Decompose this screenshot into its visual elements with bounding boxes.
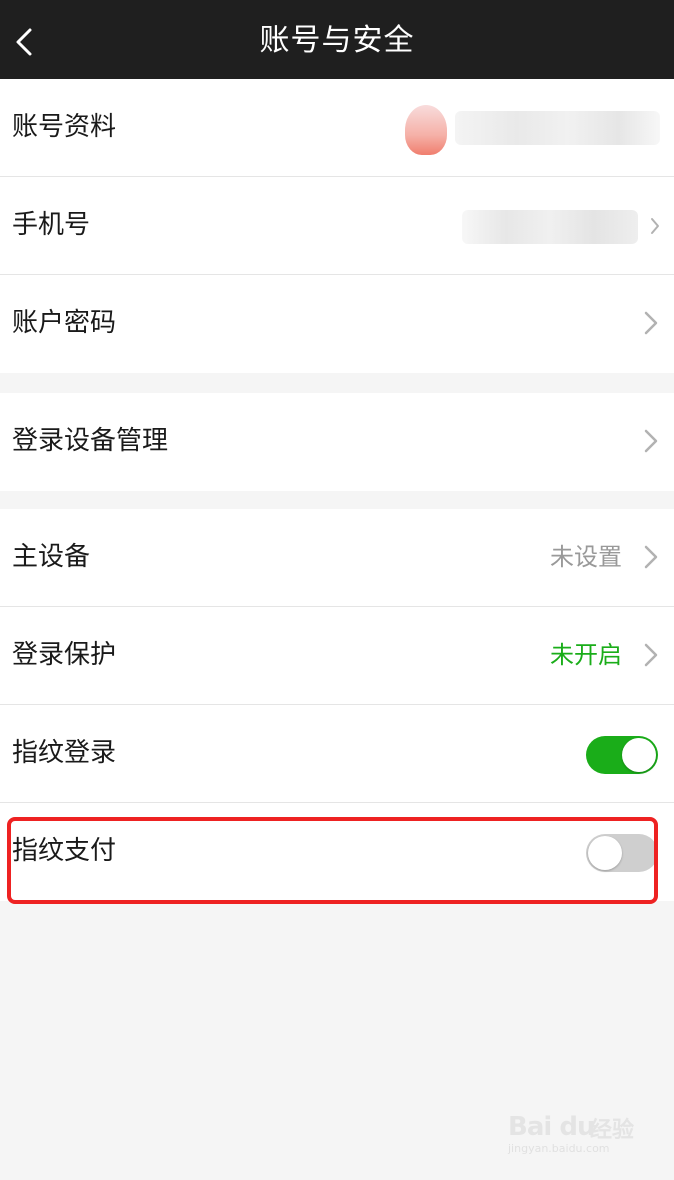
account-group: 账号资料 手机号 账户密码	[0, 79, 674, 373]
toggle-knob	[622, 738, 656, 772]
toggle-knob	[588, 836, 622, 870]
chevron-right-icon	[644, 545, 658, 569]
fingerprint-pay-label: 指纹支付	[12, 836, 117, 866]
fingerprint-login-row: 指纹登录	[0, 705, 674, 803]
account-profile-label: 账号资料	[12, 112, 117, 142]
account-password-row[interactable]: 账户密码	[0, 275, 674, 373]
watermark-logo: Bai du	[508, 1112, 595, 1142]
login-device-management-label: 登录设备管理	[12, 426, 169, 456]
watermark-url: jingyan.baidu.com	[508, 1142, 610, 1155]
account-password-label: 账户密码	[12, 308, 117, 338]
account-profile-row[interactable]: 账号资料	[0, 79, 674, 177]
login-protection-label: 登录保护	[12, 640, 117, 670]
fingerprint-login-label: 指纹登录	[12, 738, 117, 768]
account-name-redacted	[455, 111, 660, 145]
fingerprint-login-toggle[interactable]	[586, 736, 658, 774]
watermark-brand: 经验	[590, 1118, 635, 1143]
chevron-right-icon	[650, 217, 660, 235]
phone-label: 手机号	[12, 210, 91, 240]
nav-header: 账号与安全	[0, 0, 674, 79]
fingerprint-pay-row: 指纹支付	[0, 803, 674, 901]
login-protection-status: 未开启	[550, 641, 622, 669]
device-group: 登录设备管理	[0, 393, 674, 491]
chevron-right-icon	[644, 311, 658, 335]
login-device-management-row[interactable]: 登录设备管理	[0, 393, 674, 491]
primary-device-label: 主设备	[12, 542, 91, 572]
primary-device-status: 未设置	[550, 543, 622, 571]
chevron-right-icon	[644, 429, 658, 453]
phone-number-redacted	[462, 210, 638, 244]
chevron-right-icon	[644, 643, 658, 667]
phone-row[interactable]: 手机号	[0, 177, 674, 275]
primary-device-row[interactable]: 主设备 未设置	[0, 509, 674, 607]
watermark: Bai du 经验 jingyan.baidu.com	[508, 1106, 638, 1166]
fingerprint-pay-toggle[interactable]	[586, 834, 658, 872]
avatar	[405, 105, 447, 155]
security-group: 主设备 未设置 登录保护 未开启 指纹登录 指纹支付	[0, 509, 674, 901]
login-protection-row[interactable]: 登录保护 未开启	[0, 607, 674, 705]
page-title: 账号与安全	[259, 23, 415, 58]
